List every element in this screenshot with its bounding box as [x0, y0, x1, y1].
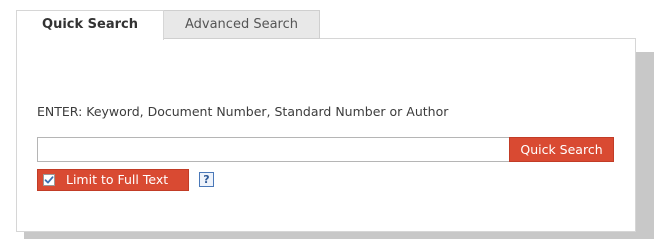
- search-input[interactable]: [37, 137, 509, 162]
- tab-advanced-search[interactable]: Advanced Search: [164, 10, 320, 39]
- quick-search-button[interactable]: Quick Search: [509, 137, 614, 162]
- search-instruction: ENTER: Keyword, Document Number, Standar…: [37, 104, 449, 119]
- help-icon[interactable]: ?: [199, 172, 214, 187]
- limit-full-text-checkbox[interactable]: [43, 174, 55, 186]
- tab-quick-search[interactable]: Quick Search: [16, 10, 164, 40]
- checkmark-icon: [44, 176, 54, 184]
- limit-full-text-label: Limit to Full Text: [66, 172, 169, 187]
- search-panel: [16, 38, 636, 232]
- limit-full-text-toggle[interactable]: Limit to Full Text: [37, 169, 189, 191]
